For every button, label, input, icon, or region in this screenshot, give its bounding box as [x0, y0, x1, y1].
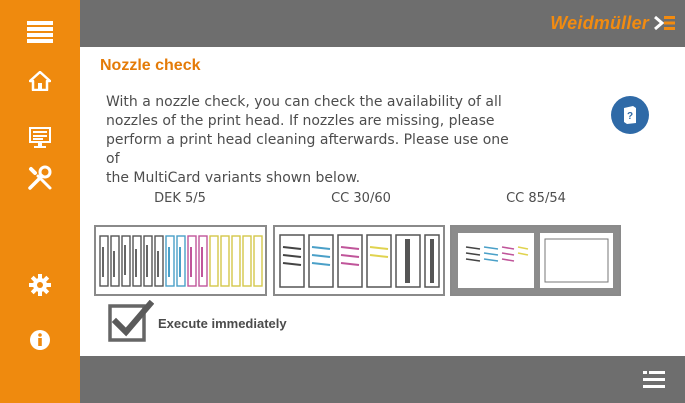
card-label-dek: DEK 5/5 [154, 191, 206, 206]
bottom-bar [80, 356, 685, 403]
multicard-cc-30-60[interactable] [273, 225, 445, 296]
help-button[interactable]: ? [611, 96, 649, 134]
list-menu-icon[interactable] [643, 370, 665, 390]
description: With a nozzle check, you can check the a… [106, 93, 526, 188]
execute-immediately-checkbox[interactable]: Execute immediately [108, 299, 328, 342]
svg-text:?: ? [627, 111, 633, 122]
hamburger-menu-icon[interactable] [20, 12, 60, 52]
description-line: With a nozzle check, you can check the a… [106, 94, 502, 110]
brand-name: Weidmüller [550, 13, 649, 33]
top-bar: Weidmüller [80, 0, 685, 47]
multicard-dek-5-5[interactable] [94, 225, 267, 296]
sidebar [0, 0, 80, 403]
description-line: the MultiCard variants shown below. [106, 170, 361, 186]
gear-icon[interactable] [20, 265, 60, 305]
monitor-icon[interactable] [20, 118, 60, 158]
multicard-cc-85-54[interactable] [450, 225, 621, 296]
page-title: Nozzle check [100, 57, 201, 74]
app-window: Weidmüller Nozzle check With a nozzle ch… [0, 0, 685, 403]
checkbox-checked-icon [108, 299, 155, 342]
card-label-cc3060: CC 30/60 [331, 191, 391, 206]
cc8554-nozzle-pattern [452, 227, 619, 294]
cc3060-nozzle-pattern [279, 234, 440, 288]
weidmuller-logo-icon [654, 15, 675, 31]
description-line: perform a print head cleaning afterwards… [106, 132, 509, 167]
card-label-cc8554: CC 85/54 [506, 191, 566, 206]
tools-icon[interactable] [20, 158, 60, 198]
help-book-icon: ? [624, 106, 636, 124]
execute-immediately-label: Execute immediately [158, 316, 287, 331]
home-icon[interactable] [20, 61, 60, 101]
dek-nozzle-pattern [99, 235, 263, 287]
info-icon[interactable] [20, 320, 60, 360]
description-line: nozzles of the print head. If nozzles ar… [106, 113, 495, 129]
main-content: Nozzle check With a nozzle check, you ca… [80, 47, 685, 356]
